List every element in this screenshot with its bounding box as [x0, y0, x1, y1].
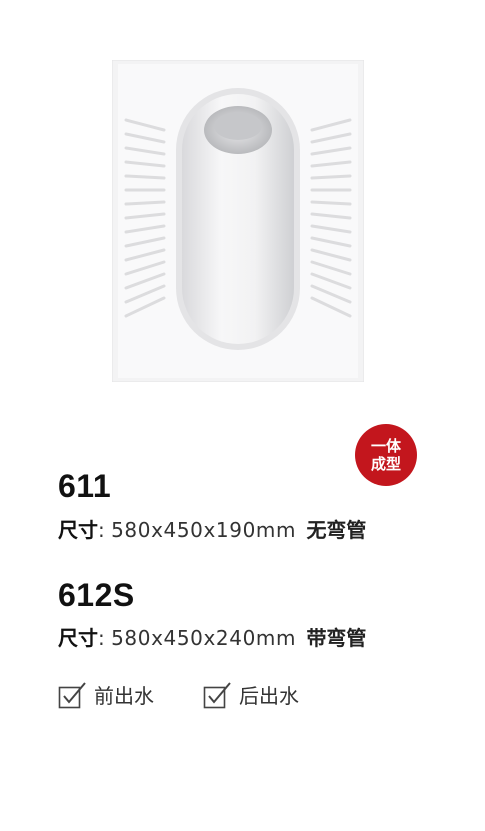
checkbox-check-icon: [203, 681, 231, 708]
feature-rear-outlet: 后出水: [203, 680, 299, 709]
feature-label: 前出水: [94, 684, 154, 708]
feature-front-outlet: 前出水: [58, 680, 154, 709]
size-separator: :: [98, 518, 105, 542]
size-separator: :: [98, 626, 105, 650]
feature-label: 后出水: [239, 684, 299, 708]
pipe-note: 无弯管: [306, 518, 367, 542]
badge-line-1: 一体: [370, 437, 401, 455]
model-number: 611: [58, 468, 112, 504]
size-spec: 尺寸: 580x450x240mm 带弯管: [58, 622, 366, 651]
squat-toilet-image: [112, 60, 364, 382]
size-value: 580x450x240mm: [111, 626, 297, 650]
pipe-note: 带弯管: [306, 626, 367, 650]
checkbox-check-icon: [58, 681, 86, 708]
size-label: 尺寸: [58, 626, 98, 650]
size-label: 尺寸: [58, 518, 98, 542]
size-value: 580x450x190mm: [111, 518, 297, 542]
one-piece-badge: 一体 成型: [355, 424, 417, 486]
model-number: 612S: [58, 577, 135, 613]
badge-line-2: 成型: [370, 455, 401, 473]
size-spec: 尺寸: 580x450x190mm 无弯管: [58, 514, 366, 543]
